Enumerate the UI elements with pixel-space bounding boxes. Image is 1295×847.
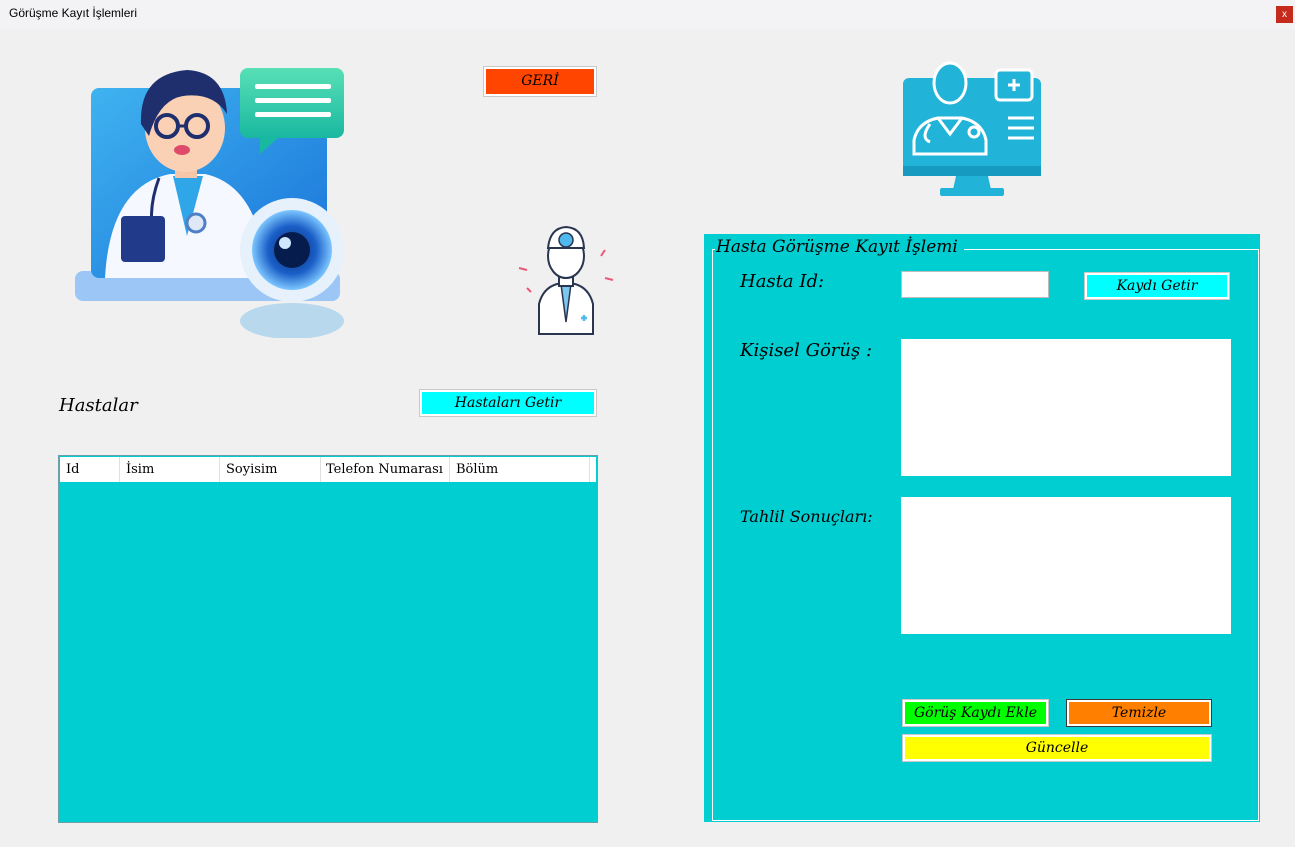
patient-id-input[interactable] xyxy=(901,271,1049,298)
back-button[interactable]: GERİ xyxy=(483,66,597,97)
clear-button[interactable]: Temizle xyxy=(1066,699,1212,727)
table-header: Id İsim Soyisim Telefon Numarası Bölüm xyxy=(60,457,596,482)
column-header-phone[interactable]: Telefon Numarası xyxy=(321,457,450,482)
column-header-department[interactable]: Bölüm xyxy=(450,457,590,482)
patients-label: Hastalar xyxy=(59,395,138,416)
close-button[interactable]: x xyxy=(1276,6,1293,23)
patients-table[interactable]: Id İsim Soyisim Telefon Numarası Bölüm xyxy=(58,455,598,823)
panel-legend: Hasta Görüşme Kayıt İşlemi xyxy=(716,237,958,257)
column-header-name[interactable]: İsim xyxy=(120,457,220,482)
patient-id-label: Hasta Id: xyxy=(740,271,825,292)
analysis-results-label: Tahlil Sonuçları: xyxy=(740,507,873,526)
doctor-video-call-illustration xyxy=(75,68,344,338)
personal-opinion-textarea[interactable] xyxy=(901,339,1231,476)
fetch-record-button[interactable]: Kaydı Getir xyxy=(1084,272,1230,300)
panel-group-leftline xyxy=(712,249,715,250)
doctor-monitor-icon xyxy=(903,61,1041,196)
fetch-patients-button[interactable]: Hastaları Getir xyxy=(419,389,597,417)
title-bar: Görüşme Kayıt İşlemleri x xyxy=(0,0,1295,29)
window-title: Görüşme Kayıt İşlemleri xyxy=(9,6,138,20)
add-record-button[interactable]: Görüş Kaydı Ekle xyxy=(902,699,1049,727)
update-button[interactable]: Güncelle xyxy=(902,734,1212,762)
personal-opinion-label: Kişisel Görüş : xyxy=(740,340,873,361)
column-header-surname[interactable]: Soyisim xyxy=(220,457,321,482)
doctor-figure-icon xyxy=(518,225,614,335)
column-header-id[interactable]: Id xyxy=(60,457,120,482)
analysis-results-textarea[interactable] xyxy=(901,497,1231,634)
panel-group-topline xyxy=(964,249,1259,250)
